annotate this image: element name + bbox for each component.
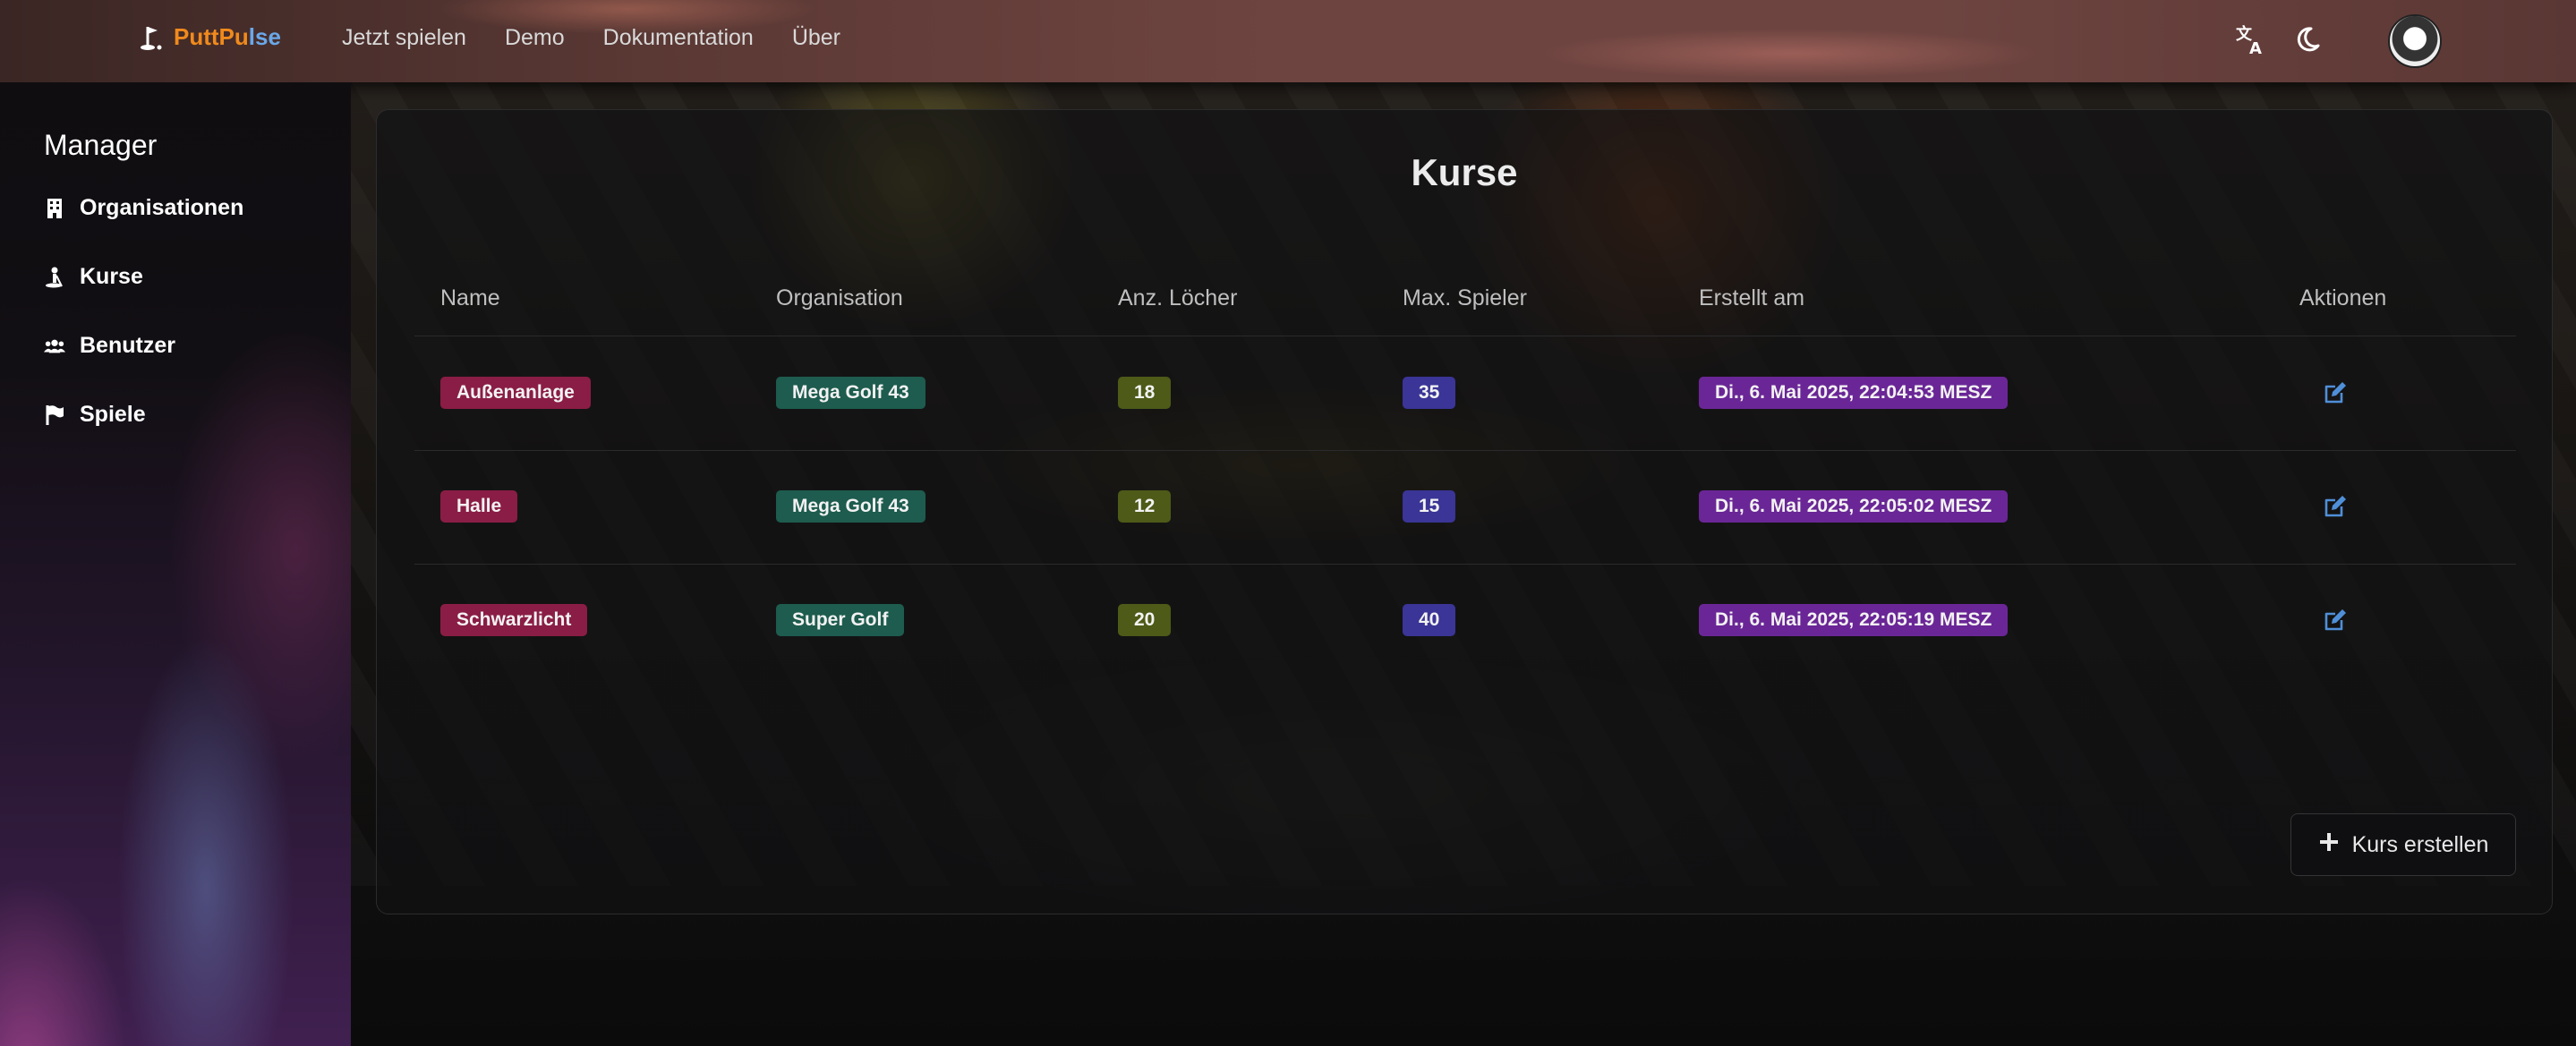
column-header-name[interactable]: Name xyxy=(440,285,500,311)
course-name-badge: Schwarzlicht xyxy=(440,604,588,636)
column-header-max-players[interactable]: Max. Spieler xyxy=(1403,285,1527,311)
brand-name-part1: PuttPu xyxy=(174,23,249,50)
sidebar-item-benutzer[interactable]: Benutzer xyxy=(44,333,175,359)
sidebar-item-kurse[interactable]: Kurse xyxy=(44,264,143,290)
column-header-organisation[interactable]: Organisation xyxy=(776,285,903,311)
nav-link-about[interactable]: Über xyxy=(792,25,840,51)
top-navbar: PuttPulse Jetzt spielen Demo Dokumentati… xyxy=(0,0,2576,82)
course-name-badge: Außenanlage xyxy=(440,377,591,409)
svg-text:A: A xyxy=(2249,39,2262,57)
brand-logo[interactable]: PuttPulse xyxy=(140,23,281,51)
golfer-icon xyxy=(44,267,65,288)
brand-name: PuttPulse xyxy=(174,23,281,51)
sidebar-item-label: Benutzer xyxy=(80,333,175,358)
building-icon xyxy=(44,198,65,219)
sidebar-item-label: Kurse xyxy=(80,264,143,289)
holes-badge: 20 xyxy=(1118,604,1172,636)
brand-name-part2: lse xyxy=(248,23,281,50)
table-divider xyxy=(414,564,2516,565)
organisation-badge: Mega Golf 43 xyxy=(776,490,925,523)
users-icon xyxy=(44,336,65,357)
edit-icon[interactable] xyxy=(2320,491,2350,522)
golf-flag-logo-icon xyxy=(140,24,163,51)
edit-icon[interactable] xyxy=(2320,378,2350,408)
sidebar: Manager Organisationen Kurse Benutzer Sp… xyxy=(0,82,351,1046)
created-date-badge: Di., 6. Mai 2025, 22:04:53 MESZ xyxy=(1699,377,2009,409)
players-badge: 35 xyxy=(1403,377,1456,409)
organisation-badge: Mega Golf 43 xyxy=(776,377,925,409)
organisation-badge: Super Golf xyxy=(776,604,905,636)
create-course-label: Kurs erstellen xyxy=(2351,831,2489,857)
plus-icon xyxy=(2318,831,2340,859)
players-badge: 15 xyxy=(1403,490,1456,523)
create-course-button[interactable]: Kurs erstellen xyxy=(2290,813,2516,876)
created-date-badge: Di., 6. Mai 2025, 22:05:19 MESZ xyxy=(1699,604,2009,636)
column-header-created[interactable]: Erstellt am xyxy=(1699,285,1804,311)
sidebar-item-label: Spiele xyxy=(80,402,146,427)
sidebar-item-spiele[interactable]: Spiele xyxy=(44,402,146,428)
courses-card: Kurse Name Organisation Anz. Löcher Max.… xyxy=(376,109,2553,914)
page-title: Kurse xyxy=(1411,151,1518,193)
column-header-actions: Aktionen xyxy=(2299,285,2387,310)
moon-icon[interactable] xyxy=(2290,21,2325,57)
holes-badge: 12 xyxy=(1118,490,1172,523)
main-nav: Jetzt spielen Demo Dokumentation Über xyxy=(342,25,840,51)
nav-link-play[interactable]: Jetzt spielen xyxy=(342,25,466,51)
avatar[interactable] xyxy=(2388,14,2442,68)
holes-badge: 18 xyxy=(1118,377,1172,409)
translate-icon[interactable]: 文 A xyxy=(2232,21,2268,58)
created-date-badge: Di., 6. Mai 2025, 22:05:02 MESZ xyxy=(1699,490,2009,523)
flag-icon xyxy=(44,404,65,426)
course-name-badge: Halle xyxy=(440,490,518,523)
players-badge: 40 xyxy=(1403,604,1456,636)
nav-link-demo[interactable]: Demo xyxy=(505,25,565,51)
sidebar-item-organisationen[interactable]: Organisationen xyxy=(44,195,243,221)
sidebar-item-label: Organisationen xyxy=(80,195,244,220)
table-divider xyxy=(414,450,2516,451)
column-header-holes[interactable]: Anz. Löcher xyxy=(1118,285,1237,311)
sidebar-title: Manager xyxy=(44,129,158,161)
nav-link-docs[interactable]: Dokumentation xyxy=(603,25,754,51)
edit-icon[interactable] xyxy=(2320,605,2350,635)
